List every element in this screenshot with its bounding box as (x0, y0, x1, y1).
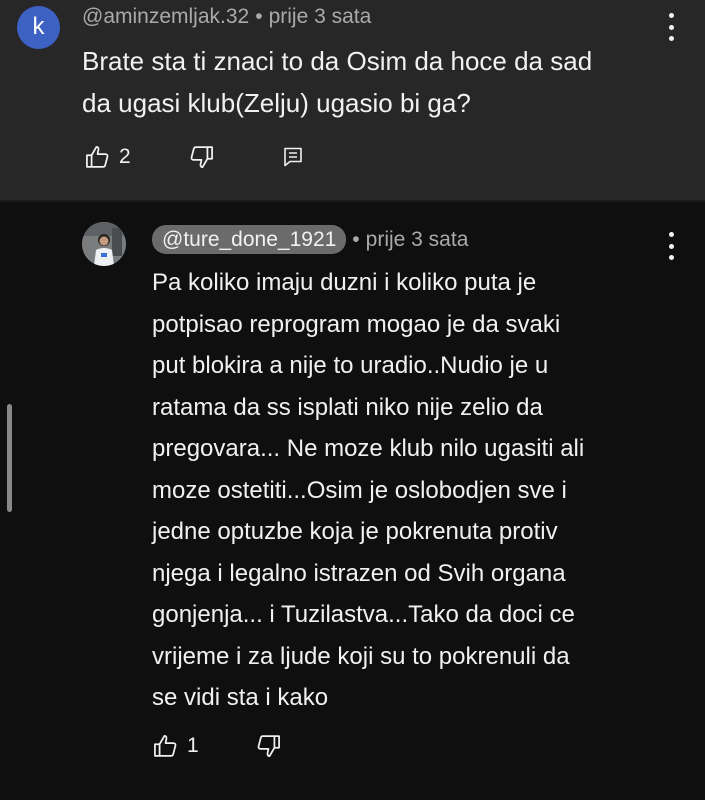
reply-text-line: Pa koliko imaju duzni i koliko puta je (152, 269, 537, 296)
avatar[interactable]: k (17, 6, 60, 49)
reply-icon (284, 147, 302, 167)
comment-text-line: da ugasi klub(Zelju) ugasio bi ga? (82, 88, 471, 118)
author-handle[interactable]: @ture_done_1921 (152, 225, 347, 254)
dislike-button[interactable] (254, 732, 282, 760)
like-count: 2 (119, 145, 131, 168)
timestamp[interactable]: prije 3 sata (366, 228, 469, 251)
reply-text-line: jedne optuzbe koja je pokrenuta protiv (152, 518, 558, 545)
author-handle[interactable]: @aminzemljak.32 (82, 5, 249, 28)
thumb-down-icon (257, 735, 280, 758)
more-vert-icon[interactable] (665, 232, 677, 260)
avatar[interactable] (82, 222, 126, 266)
reply-text-line: ratama da ss isplati niko nije zelio da (152, 393, 543, 421)
reply-text-line: gonjenja... i Tuzilastva...Tako da doci … (152, 601, 575, 628)
reply-text-line: se vidi sta i kako (152, 684, 329, 711)
thumb-down-icon (190, 146, 213, 169)
like-button[interactable]: 1 (152, 732, 199, 760)
reply-text-line: potpisao reprogram mogao je da svaki (152, 310, 561, 338)
reply-text-line: moze ostetiti...Osim je oslobodjen sve i (152, 476, 567, 504)
reply-text-line: vrijeme i za ljude koji su to pokrenuli … (152, 642, 570, 670)
reply-header: @ture_done_1921 • prije 3 sata (152, 225, 468, 254)
separator: • (255, 5, 263, 28)
more-vert-icon[interactable] (665, 13, 677, 41)
reply-text: Pa koliko imaju duzni i koliko puta je p… (152, 262, 584, 719)
dislike-button[interactable] (187, 143, 215, 171)
thumb-up-icon (154, 734, 177, 757)
scrollbar[interactable] (7, 404, 12, 512)
reply-text-line: pregovara... Ne moze klub nilo ugasiti a… (152, 435, 585, 462)
like-count: 1 (187, 734, 199, 757)
avatar-photo (82, 222, 126, 266)
divider (0, 200, 705, 202)
reply-button[interactable] (281, 145, 305, 169)
comment-text: Brate sta ti znaci to da Osim da hoce da… (82, 40, 592, 124)
reply-text-line: njega i legalno istrazen od Svih organa (152, 559, 566, 587)
separator: • (352, 228, 360, 251)
like-button[interactable]: 2 (84, 143, 131, 171)
comment-header: @aminzemljak.32 • prije 3 sata (82, 5, 371, 29)
timestamp[interactable]: prije 3 sata (269, 5, 372, 28)
reply-text-line: put blokira a nije to uradio..Nudio je u (152, 352, 549, 379)
comment-text-line: Brate sta ti znaci to da Osim da hoce da… (82, 46, 593, 76)
thumb-up-icon (86, 145, 109, 168)
comment-card: k @aminzemljak.32 • prije 3 sata Brate sta… (0, 0, 705, 200)
